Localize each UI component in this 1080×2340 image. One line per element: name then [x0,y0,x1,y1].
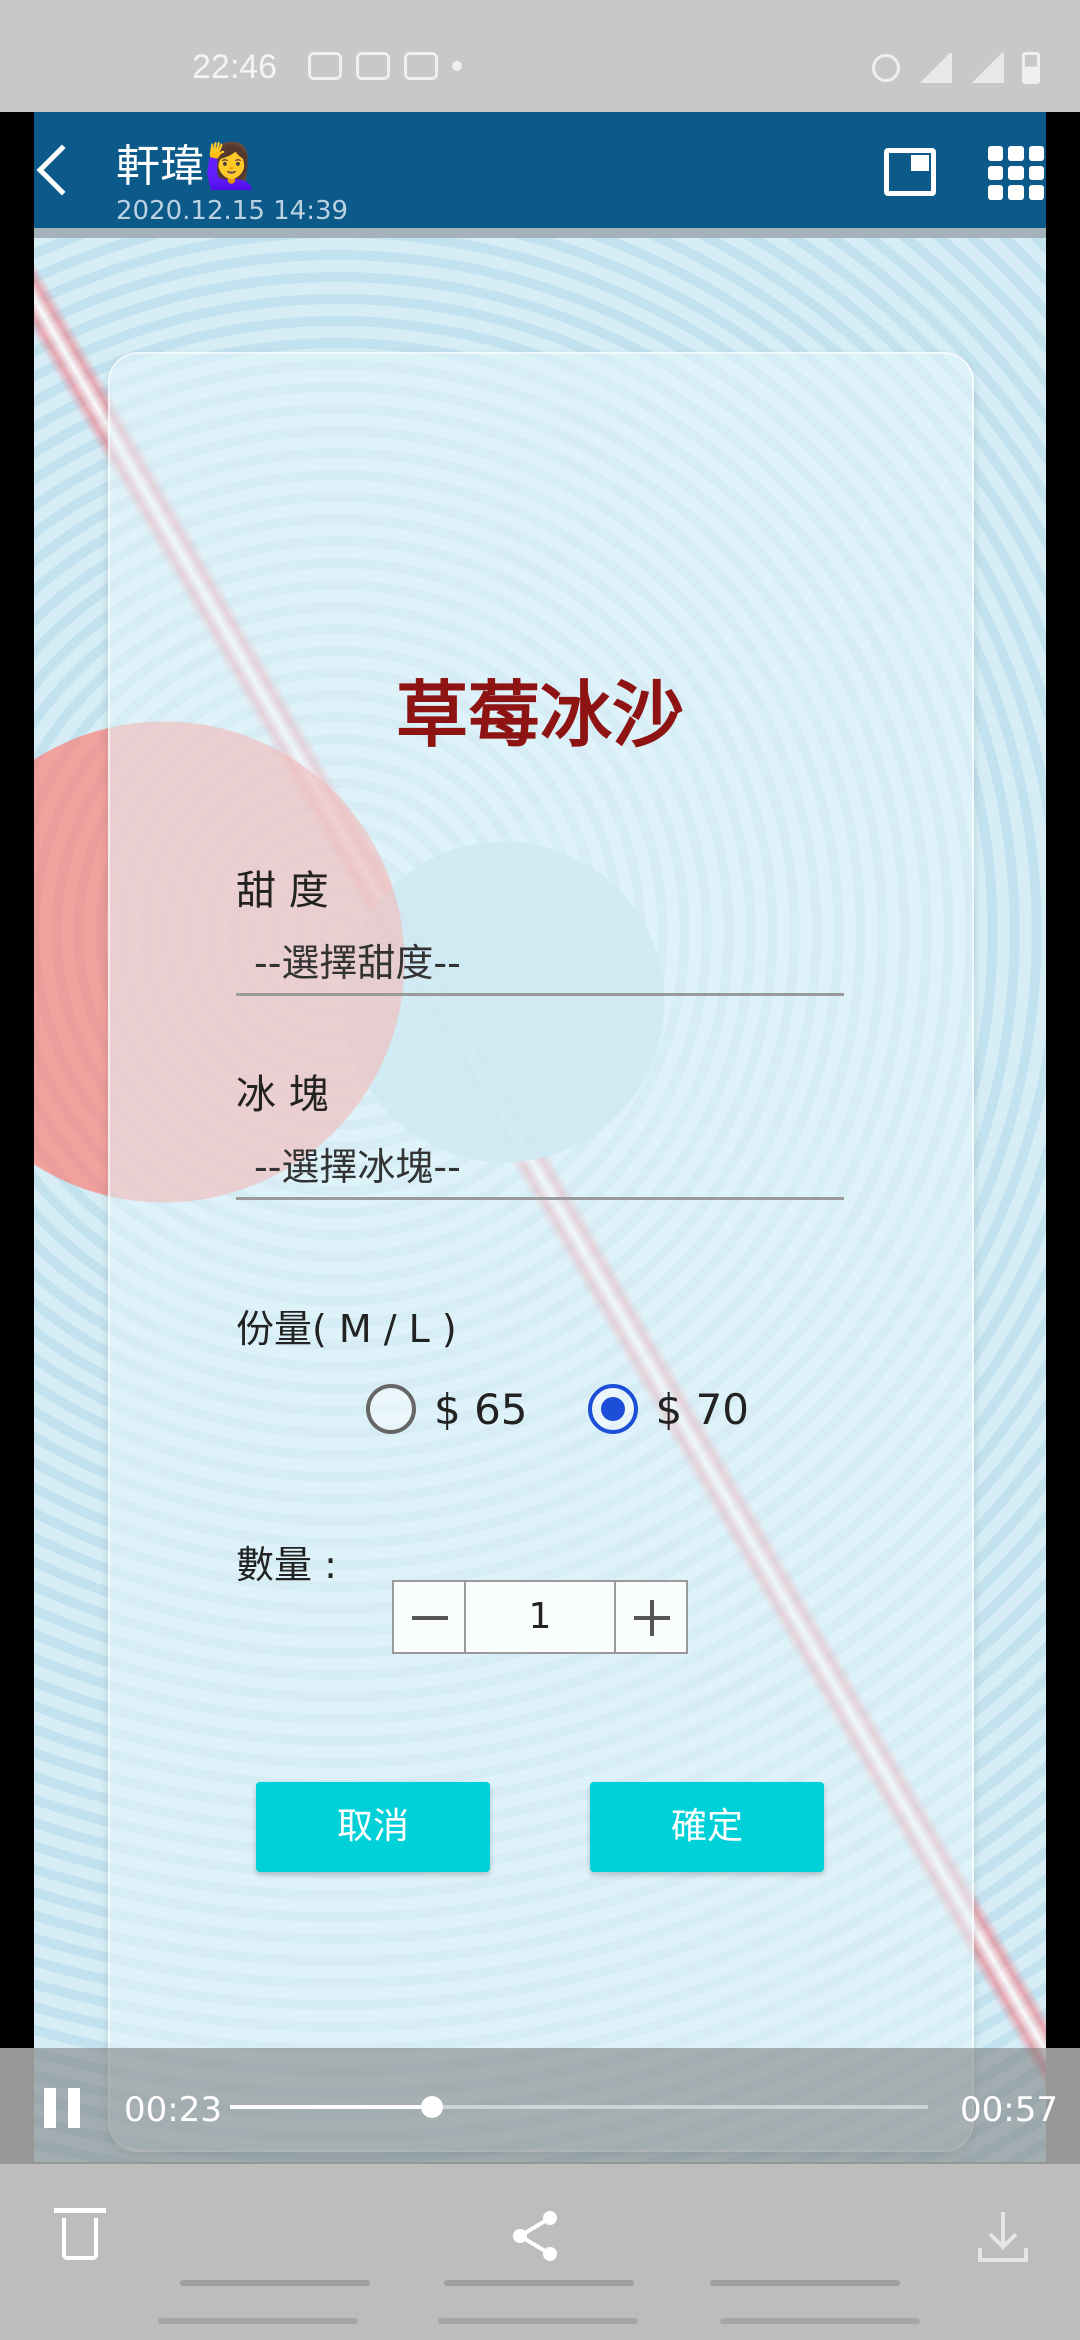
viewer-frame-right [1046,112,1080,2048]
size-radio-group: $ 65 $ 70 [366,1384,749,1434]
increment-button[interactable] [614,1580,688,1654]
nav-bar-back[interactable] [720,2318,920,2324]
sender-name: 軒瑋🙋‍♀️ [116,141,259,192]
signal-icon [970,53,1004,83]
pause-icon[interactable] [44,2088,82,2128]
decrement-button[interactable] [392,1580,466,1654]
seek-bar[interactable] [230,2096,928,2118]
home-handle [444,2280,634,2286]
dialog-title: 草莓冰沙 [395,673,684,757]
order-dialog [108,352,974,2152]
size-label: 份量( M / L ) [236,1307,457,1351]
back-handle [710,2280,900,2286]
instagram-icon [356,52,390,80]
wifi-icon [918,53,952,83]
minus-icon [412,1616,448,1620]
webtoon-icon [404,52,438,80]
trash-icon[interactable] [54,2208,106,2260]
status-time: 22:46 [192,48,278,86]
notification-icons [308,52,462,80]
nav-bar-home[interactable] [438,2318,638,2324]
alarm-icon [872,54,900,82]
quantity-label: 數量 : [236,1543,337,1587]
size-option-l-label: $ 70 [655,1384,750,1434]
current-time: 00:23 [124,2090,222,2130]
radio-m[interactable] [366,1384,416,1434]
plus-icon [650,1600,654,1636]
recent-apps-handle [180,2280,370,2286]
header-divider [34,228,1046,238]
camera-icon [308,52,342,80]
battery-icon [1022,52,1040,84]
grid-icon[interactable] [988,146,1044,200]
seek-progress [230,2105,433,2109]
share-icon[interactable] [510,2208,562,2264]
radio-l[interactable] [587,1384,638,1434]
size-option-l[interactable]: $ 70 [587,1384,750,1434]
message-timestamp[interactable]: 2020.12.15 14:39 [116,196,348,226]
viewer-frame-left [0,112,34,2048]
more-notifications-icon [452,61,462,71]
sweetness-label: 甜 度 [236,868,329,914]
cancel-button[interactable]: 取消 [256,1782,490,1872]
ice-select[interactable]: --選擇冰塊-- [236,1130,844,1200]
system-icons [872,52,1040,84]
quantity-stepper: 1 [392,1580,688,1654]
download-icon[interactable] [976,2208,1030,2264]
size-option-m-label: $ 65 [434,1384,528,1434]
sweetness-select[interactable]: --選擇甜度-- [236,926,844,996]
status-bar: 22:46 [0,0,1080,112]
confirm-button[interactable]: 確定 [590,1782,824,1872]
nav-bar-recents[interactable] [158,2318,358,2324]
size-option-m[interactable]: $ 65 [366,1384,528,1434]
quantity-value[interactable]: 1 [466,1580,614,1654]
total-time: 00:57 [960,2090,1058,2130]
ice-label: 冰 塊 [236,1072,329,1118]
pip-icon[interactable] [884,148,936,196]
